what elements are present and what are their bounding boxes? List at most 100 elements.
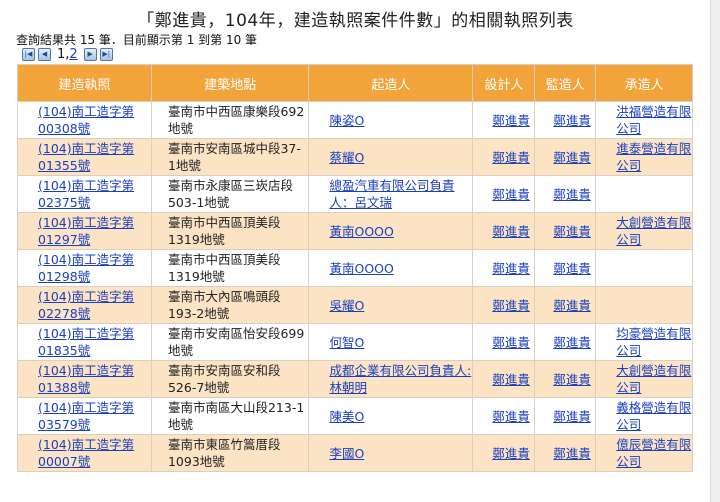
license-link[interactable]: (104)南工造字第02375號: [38, 178, 134, 210]
cell-contractor: 大創營造有限公司: [596, 213, 692, 249]
cell-license: (104)南工造字第01298號: [18, 250, 151, 286]
license-link[interactable]: (104)南工造字第01297號: [38, 215, 134, 247]
column-header-location: 建築地點: [151, 65, 309, 101]
cell-supervisor: 鄭進貴: [535, 324, 596, 360]
location-text: 臺南市永康區三崁店段503-1地號: [167, 178, 293, 210]
cell-designer: 鄭進貴: [473, 176, 535, 212]
designer-link[interactable]: 鄭進貴: [492, 446, 530, 461]
designer-link[interactable]: 鄭進貴: [492, 409, 530, 424]
license-link[interactable]: (104)南工造字第01298號: [38, 252, 134, 284]
table-row: (104)南工造字第02375號 臺南市永康區三崁店段503-1地號 總盈汽車有限公…: [18, 176, 692, 212]
supervisor-link[interactable]: 鄭進貴: [553, 261, 591, 276]
cell-owner: 吳耀O: [309, 287, 473, 323]
cell-license: (104)南工造字第01355號: [18, 139, 151, 175]
cell-location: 臺南市大內區鳴頭段193-2地號: [151, 287, 309, 323]
supervisor-link[interactable]: 鄭進貴: [553, 409, 591, 424]
cell-contractor: [596, 287, 692, 323]
cell-location: 臺南市中西區康樂段692地號: [151, 102, 309, 138]
contractor-link[interactable]: 進泰營造有限公司: [616, 141, 691, 173]
cell-location: 臺南市永康區三崁店段503-1地號: [151, 176, 309, 212]
designer-link[interactable]: 鄭進貴: [492, 224, 530, 239]
contractor-link[interactable]: 大創營造有限公司: [616, 215, 691, 247]
cell-location: 臺南市南區大山段213-1地號: [151, 398, 309, 434]
contractor-link[interactable]: 均豪營造有限公司: [616, 326, 691, 358]
page-numbers: 1,2: [57, 47, 78, 62]
cell-license: (104)南工造字第02278號: [18, 287, 151, 323]
table-row: (104)南工造字第00308號 臺南市中西區康樂段692地號 陳姿O 鄭進貴 鄭進貴 洪…: [18, 102, 692, 138]
cell-contractor: 大創營造有限公司: [596, 361, 692, 397]
cell-license: (104)南工造字第01835號: [18, 324, 151, 360]
location-text: 臺南市南區大山段213-1地號: [167, 400, 305, 432]
table-row: (104)南工造字第01298號 臺南市中西區頂美段1319地號 黃南OOOO 鄭進貴…: [18, 250, 692, 286]
table-header-row: 建造執照 建築地點 起造人 設計人 監造人 承造人: [18, 65, 692, 101]
designer-link[interactable]: 鄭進貴: [492, 372, 530, 387]
cell-owner: 黃南OOOO: [309, 213, 473, 249]
designer-link[interactable]: 鄭進貴: [492, 150, 530, 165]
cell-supervisor: 鄭進貴: [535, 250, 596, 286]
cell-designer: 鄭進貴: [473, 287, 535, 323]
prev-page-icon[interactable]: ◀: [38, 47, 51, 61]
license-link[interactable]: (104)南工造字第01388號: [38, 363, 134, 395]
owner-link[interactable]: 總盈汽車有限公司負責人：呂文瑞: [329, 178, 454, 210]
supervisor-link[interactable]: 鄭進貴: [553, 187, 591, 202]
owner-link[interactable]: 蔡耀O: [329, 150, 364, 165]
license-link[interactable]: (104)南工造字第00308號: [38, 104, 134, 136]
cell-owner: 李國O: [309, 435, 473, 471]
cell-supervisor: 鄭進貴: [535, 213, 596, 249]
license-link[interactable]: (104)南工造字第03579號: [38, 400, 134, 432]
contractor-link[interactable]: 洪福營造有限公司: [616, 104, 691, 136]
supervisor-link[interactable]: 鄭進貴: [553, 113, 591, 128]
license-link[interactable]: (104)南工造字第01355號: [38, 141, 134, 173]
supervisor-link[interactable]: 鄭進貴: [553, 446, 591, 461]
cell-location: 臺南市東區竹篙厝段1093地號: [151, 435, 309, 471]
owner-link[interactable]: 吳耀O: [329, 298, 364, 313]
supervisor-link[interactable]: 鄭進貴: [553, 150, 591, 165]
last-page-icon[interactable]: ▶|: [99, 47, 113, 61]
designer-link[interactable]: 鄭進貴: [492, 113, 530, 128]
license-link[interactable]: (104)南工造字第02278號: [38, 289, 134, 321]
cell-location: 臺南市安南區城中段37-1地號: [151, 139, 309, 175]
owner-link[interactable]: 成都企業有限公司負責人:林朝明: [329, 363, 471, 395]
page: 「鄭進貴，104年，建造執照案件件數」的相關執照列表 查詢結果共 15 筆．目前…: [0, 0, 711, 502]
cell-contractor: 億辰營造有限公司: [596, 435, 692, 471]
cell-license: (104)南工造字第00308號: [18, 102, 151, 138]
owner-link[interactable]: 陳美O: [329, 409, 364, 424]
table-row: (104)南工造字第02278號 臺南市大內區鳴頭段193-2地號 吳耀O 鄭進貴 鄭進…: [18, 287, 692, 323]
location-text: 臺南市大內區鳴頭段193-2地號: [167, 289, 281, 321]
owner-link[interactable]: 何智O: [329, 335, 364, 350]
next-page-icon[interactable]: ▶: [83, 47, 97, 61]
cell-location: 臺南市中西區頂美段1319地號: [151, 213, 309, 249]
scrollbar[interactable]: [710, 0, 720, 502]
designer-link[interactable]: 鄭進貴: [492, 187, 530, 202]
cell-supervisor: 鄭進貴: [535, 176, 596, 212]
designer-link[interactable]: 鄭進貴: [492, 335, 530, 350]
contractor-link[interactable]: 義格營造有限公司: [616, 400, 691, 432]
cell-supervisor: 鄭進貴: [535, 435, 596, 471]
contractor-link[interactable]: 億辰營造有限公司: [616, 437, 691, 469]
page-link-2[interactable]: 2: [69, 47, 77, 62]
license-link[interactable]: (104)南工造字第01835號: [38, 326, 134, 358]
supervisor-link[interactable]: 鄭進貴: [553, 335, 591, 350]
owner-link[interactable]: 黃南OOOO: [329, 261, 393, 276]
contractor-link[interactable]: 大創營造有限公司: [616, 363, 691, 395]
designer-link[interactable]: 鄭進貴: [492, 261, 530, 276]
cell-owner: 陳姿O: [309, 102, 473, 138]
first-page-icon[interactable]: |◀: [22, 47, 35, 61]
cell-designer: 鄭進貴: [473, 102, 535, 138]
cell-contractor: 均豪營造有限公司: [596, 324, 692, 360]
supervisor-link[interactable]: 鄭進貴: [553, 298, 591, 313]
owner-link[interactable]: 李國O: [329, 446, 364, 461]
cell-contractor: 進泰營造有限公司: [596, 139, 692, 175]
pagination: |◀ ◀ 1,2 ▶ ▶|: [22, 46, 113, 62]
supervisor-link[interactable]: 鄭進貴: [553, 224, 591, 239]
cell-designer: 鄭進貴: [473, 250, 535, 286]
location-text: 臺南市安南區安和段526-7地號: [167, 363, 281, 395]
supervisor-link[interactable]: 鄭進貴: [553, 372, 591, 387]
cell-supervisor: 鄭進貴: [535, 287, 596, 323]
owner-link[interactable]: 黃南OOOO: [329, 224, 393, 239]
location-text: 臺南市中西區康樂段692地號: [167, 104, 305, 136]
designer-link[interactable]: 鄭進貴: [492, 298, 530, 313]
table-row: (104)南工造字第01388號 臺南市安南區安和段526-7地號 成都企業有限公司…: [18, 361, 692, 397]
owner-link[interactable]: 陳姿O: [329, 113, 364, 128]
license-link[interactable]: (104)南工造字第00007號: [38, 437, 134, 469]
